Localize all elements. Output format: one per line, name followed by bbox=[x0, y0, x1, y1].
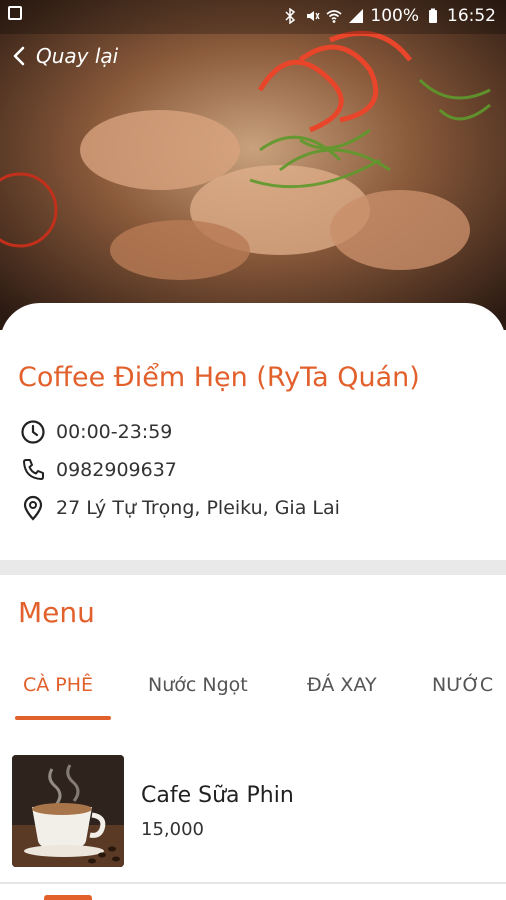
phone-row[interactable]: 0982909637 bbox=[20, 457, 177, 483]
tab-da-xay[interactable]: ĐÁ XAY bbox=[307, 674, 377, 696]
address-row[interactable]: 27 Lý Tự Trọng, Pleiku, Gia Lai bbox=[20, 495, 340, 521]
item-name: Cafe Sữa Phin bbox=[141, 783, 294, 808]
phone-icon bbox=[23, 459, 44, 480]
next-item-thumbnail bbox=[44, 895, 92, 900]
item-divider bbox=[0, 882, 506, 884]
hours-text: 00:00-23:59 bbox=[56, 421, 173, 443]
restaurant-name: Coffee Điểm Hẹn (RyTa Quán) bbox=[18, 362, 420, 393]
location-pin-icon bbox=[23, 495, 43, 521]
item-thumbnail bbox=[12, 755, 124, 867]
signal-icon bbox=[349, 9, 364, 23]
back-label: Quay lại bbox=[36, 44, 119, 68]
clock-icon bbox=[21, 420, 45, 444]
mute-icon bbox=[307, 11, 320, 21]
address-text: 27 Lý Tự Trọng, Pleiku, Gia Lai bbox=[56, 497, 340, 519]
menu-tabs: CÀ PHÊ Nước Ngọt ĐÁ XAY NƯỚC bbox=[0, 660, 506, 724]
phone-text: 0982909637 bbox=[56, 459, 177, 481]
image-icon bbox=[8, 6, 22, 20]
section-divider bbox=[0, 560, 506, 575]
menu-title: Menu bbox=[18, 596, 95, 629]
list-item[interactable]: Cafe Sữa Phin 15,000 bbox=[0, 745, 506, 883]
battery-percent: 100% bbox=[370, 6, 419, 26]
wifi-icon bbox=[326, 10, 342, 23]
chevron-left-icon bbox=[13, 46, 25, 66]
tab-nuoc-ngot[interactable]: Nước Ngọt bbox=[148, 674, 248, 696]
status-bar: 100% 16:52 bbox=[0, 0, 506, 34]
hours-row: 00:00-23:59 bbox=[20, 419, 172, 445]
tab-nuoc[interactable]: NƯỚC bbox=[432, 674, 493, 696]
clock-time: 16:52 bbox=[447, 6, 496, 26]
bluetooth-icon bbox=[285, 8, 296, 24]
item-price: 15,000 bbox=[141, 819, 204, 840]
back-button[interactable]: Quay lại bbox=[10, 44, 118, 68]
tab-ca-phe[interactable]: CÀ PHÊ bbox=[23, 674, 93, 696]
battery-icon bbox=[429, 8, 437, 23]
active-tab-indicator bbox=[15, 716, 111, 720]
